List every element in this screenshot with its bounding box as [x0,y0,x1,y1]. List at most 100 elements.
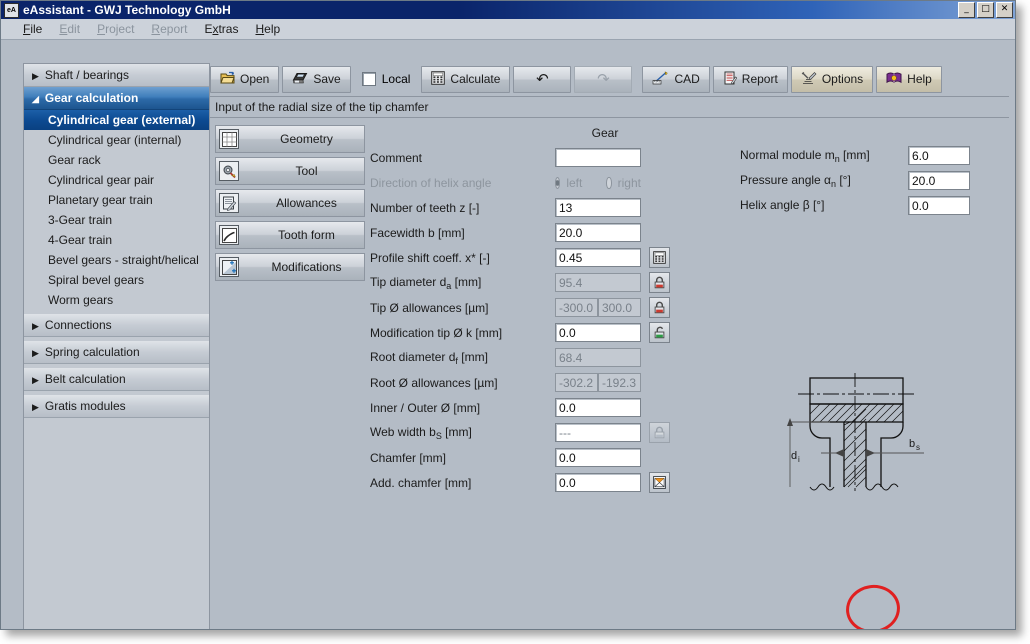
lock-open-icon[interactable] [649,322,670,343]
helix-angle-input[interactable] [908,196,970,215]
label-facewidth: Facewidth b [mm] [370,226,555,240]
sidebar-item-4-gear-train[interactable]: 4-Gear train [24,230,209,250]
row-tip-diameter: Tip diameter da [mm] [370,272,670,293]
toolbar: Open Save Local Calculate [210,63,1009,95]
content-area: Open Save Local Calculate [210,63,1009,629]
calculate-button[interactable]: Calculate [421,66,510,93]
cad-button[interactable]: CAD [642,66,709,93]
radio-left[interactable] [555,177,560,189]
profile-shift-input[interactable] [555,248,641,267]
root-diameter-input [555,348,641,367]
local-checkbox[interactable]: Local [354,72,419,86]
minimize-button[interactable]: _ [958,2,975,18]
menu-report[interactable]: Report [151,22,187,36]
tab-tooth-form[interactable]: Tooth form [215,221,365,249]
sidebar-group-connections[interactable]: ▶Connections [24,314,209,337]
maximize-button[interactable]: □ [977,2,994,18]
menu-help[interactable]: Help [255,22,280,36]
label-profile-shift: Profile shift coeff. x* [-] [370,251,555,265]
tool-icon [219,161,239,181]
menu-extras[interactable]: Extras [204,22,238,36]
undo-button[interactable]: ↶ [513,66,571,93]
sidebar-group-gear-calculation[interactable]: ◢Gear calculation [24,87,209,110]
tooth-form-icon [219,225,239,245]
number-of-teeth-input[interactable] [555,198,641,217]
sidebar-item-worm-gears[interactable]: Worm gears [24,290,209,310]
label-inner-outer-diameter: Inner / Outer Ø [mm] [370,401,555,415]
label-web-width: Web width bS [mm] [370,425,555,441]
tab-modifications-label: Modifications [239,260,364,274]
sidebar-group-shaft-bearings[interactable]: ▶Shaft / bearings [24,64,209,87]
checkbox-box[interactable] [362,72,376,86]
save-button[interactable]: Save [282,66,350,93]
sidebar-group-label: Belt calculation [45,372,126,386]
row-root-allowances: Root Ø allowances [µm] [370,372,641,393]
facewidth-input[interactable] [555,223,641,242]
inner-outer-diameter-input[interactable] [555,398,641,417]
floppy-disk-icon [292,71,308,88]
local-checkbox-label: Local [382,72,411,86]
options-button[interactable]: Options [791,66,873,93]
row-normal-module: Normal module mn [mm] [740,145,970,166]
lock-closed-icon[interactable] [649,297,670,318]
tip-allowance-upper-input [598,298,641,317]
sidebar-item-planetary-gear-train[interactable]: Planetary gear train [24,190,209,210]
label-number-of-teeth: Number of teeth z [-] [370,201,555,215]
row-web-width: Web width bS [mm] [370,422,670,443]
redo-button[interactable]: ↷ [574,66,632,93]
sidebar-item-cylindrical-gear-pair[interactable]: Cylindrical gear pair [24,170,209,190]
add-chamfer-input[interactable] [555,473,641,492]
svg-text:b: b [909,438,915,450]
sidebar-group-gratis-modules[interactable]: ▶Gratis modules [24,395,209,418]
close-button[interactable]: ✕ [996,2,1013,18]
menu-edit[interactable]: Edit [59,22,80,36]
modifications-icon [219,257,239,277]
hint-bar: Input of the radial size of the tip cham… [210,96,1009,118]
sidebar-item-bevel-gears[interactable]: Bevel gears - straight/helical [24,250,209,270]
menu-file[interactable]: File [23,22,42,36]
tab-modifications[interactable]: Modifications [215,253,365,281]
tab-allowances[interactable]: Allowances [215,189,365,217]
folder-open-icon [220,71,235,88]
helix-radio-group[interactable]: left right [555,176,641,190]
gear-section-drawing: d i b s [765,361,965,514]
chevron-right-icon: ▶ [32,396,39,418]
allowances-icon [219,193,239,213]
open-button[interactable]: Open [210,66,279,93]
sidebar-item-gear-rack[interactable]: Gear rack [24,150,209,170]
tab-geometry[interactable]: Geometry [215,125,365,153]
sidebar-group-label: Spring calculation [45,345,140,359]
menu-project[interactable]: Project [97,22,134,36]
sidebar-item-cylindrical-gear-external[interactable]: Cylindrical gear (external) [24,110,209,130]
tab-tool[interactable]: Tool [215,157,365,185]
sidebar-group-belt-calculation[interactable]: ▶Belt calculation [24,368,209,391]
sidebar-item-cylindrical-gear-internal[interactable]: Cylindrical gear (internal) [24,130,209,150]
lock-closed-icon[interactable] [649,272,670,293]
tab-geometry-label: Geometry [239,132,364,146]
row-facewidth: Facewidth b [mm] [370,222,641,243]
chamfer-icon[interactable] [649,472,670,493]
redo-icon: ↷ [597,70,610,88]
calculator-icon[interactable] [649,247,670,268]
open-button-label: Open [240,72,269,86]
cad-button-label: CAD [674,72,699,86]
normal-module-input[interactable] [908,146,970,165]
sidebar-item-3-gear-train[interactable]: 3-Gear train [24,210,209,230]
label-comment: Comment [370,151,555,165]
help-button[interactable]: Help [876,66,942,93]
app-icon: eA [4,3,19,18]
modification-tip-input[interactable] [555,323,641,342]
row-add-chamfer: Add. chamfer [mm] [370,472,670,493]
root-allowance-upper-input [598,373,641,392]
report-button[interactable]: Report [713,66,788,93]
sidebar-item-spiral-bevel-gears[interactable]: Spiral bevel gears [24,270,209,290]
sidebar-group-spring-calculation[interactable]: ▶Spring calculation [24,341,209,364]
tab-allowances-label: Allowances [239,196,364,210]
label-helix-direction: Direction of helix angle [370,176,555,190]
chamfer-input[interactable] [555,448,641,467]
radio-right-label: right [618,176,641,190]
radio-right[interactable] [606,177,611,189]
web-width-input[interactable] [555,423,641,442]
comment-input[interactable] [555,148,641,167]
pressure-angle-input[interactable] [908,171,970,190]
